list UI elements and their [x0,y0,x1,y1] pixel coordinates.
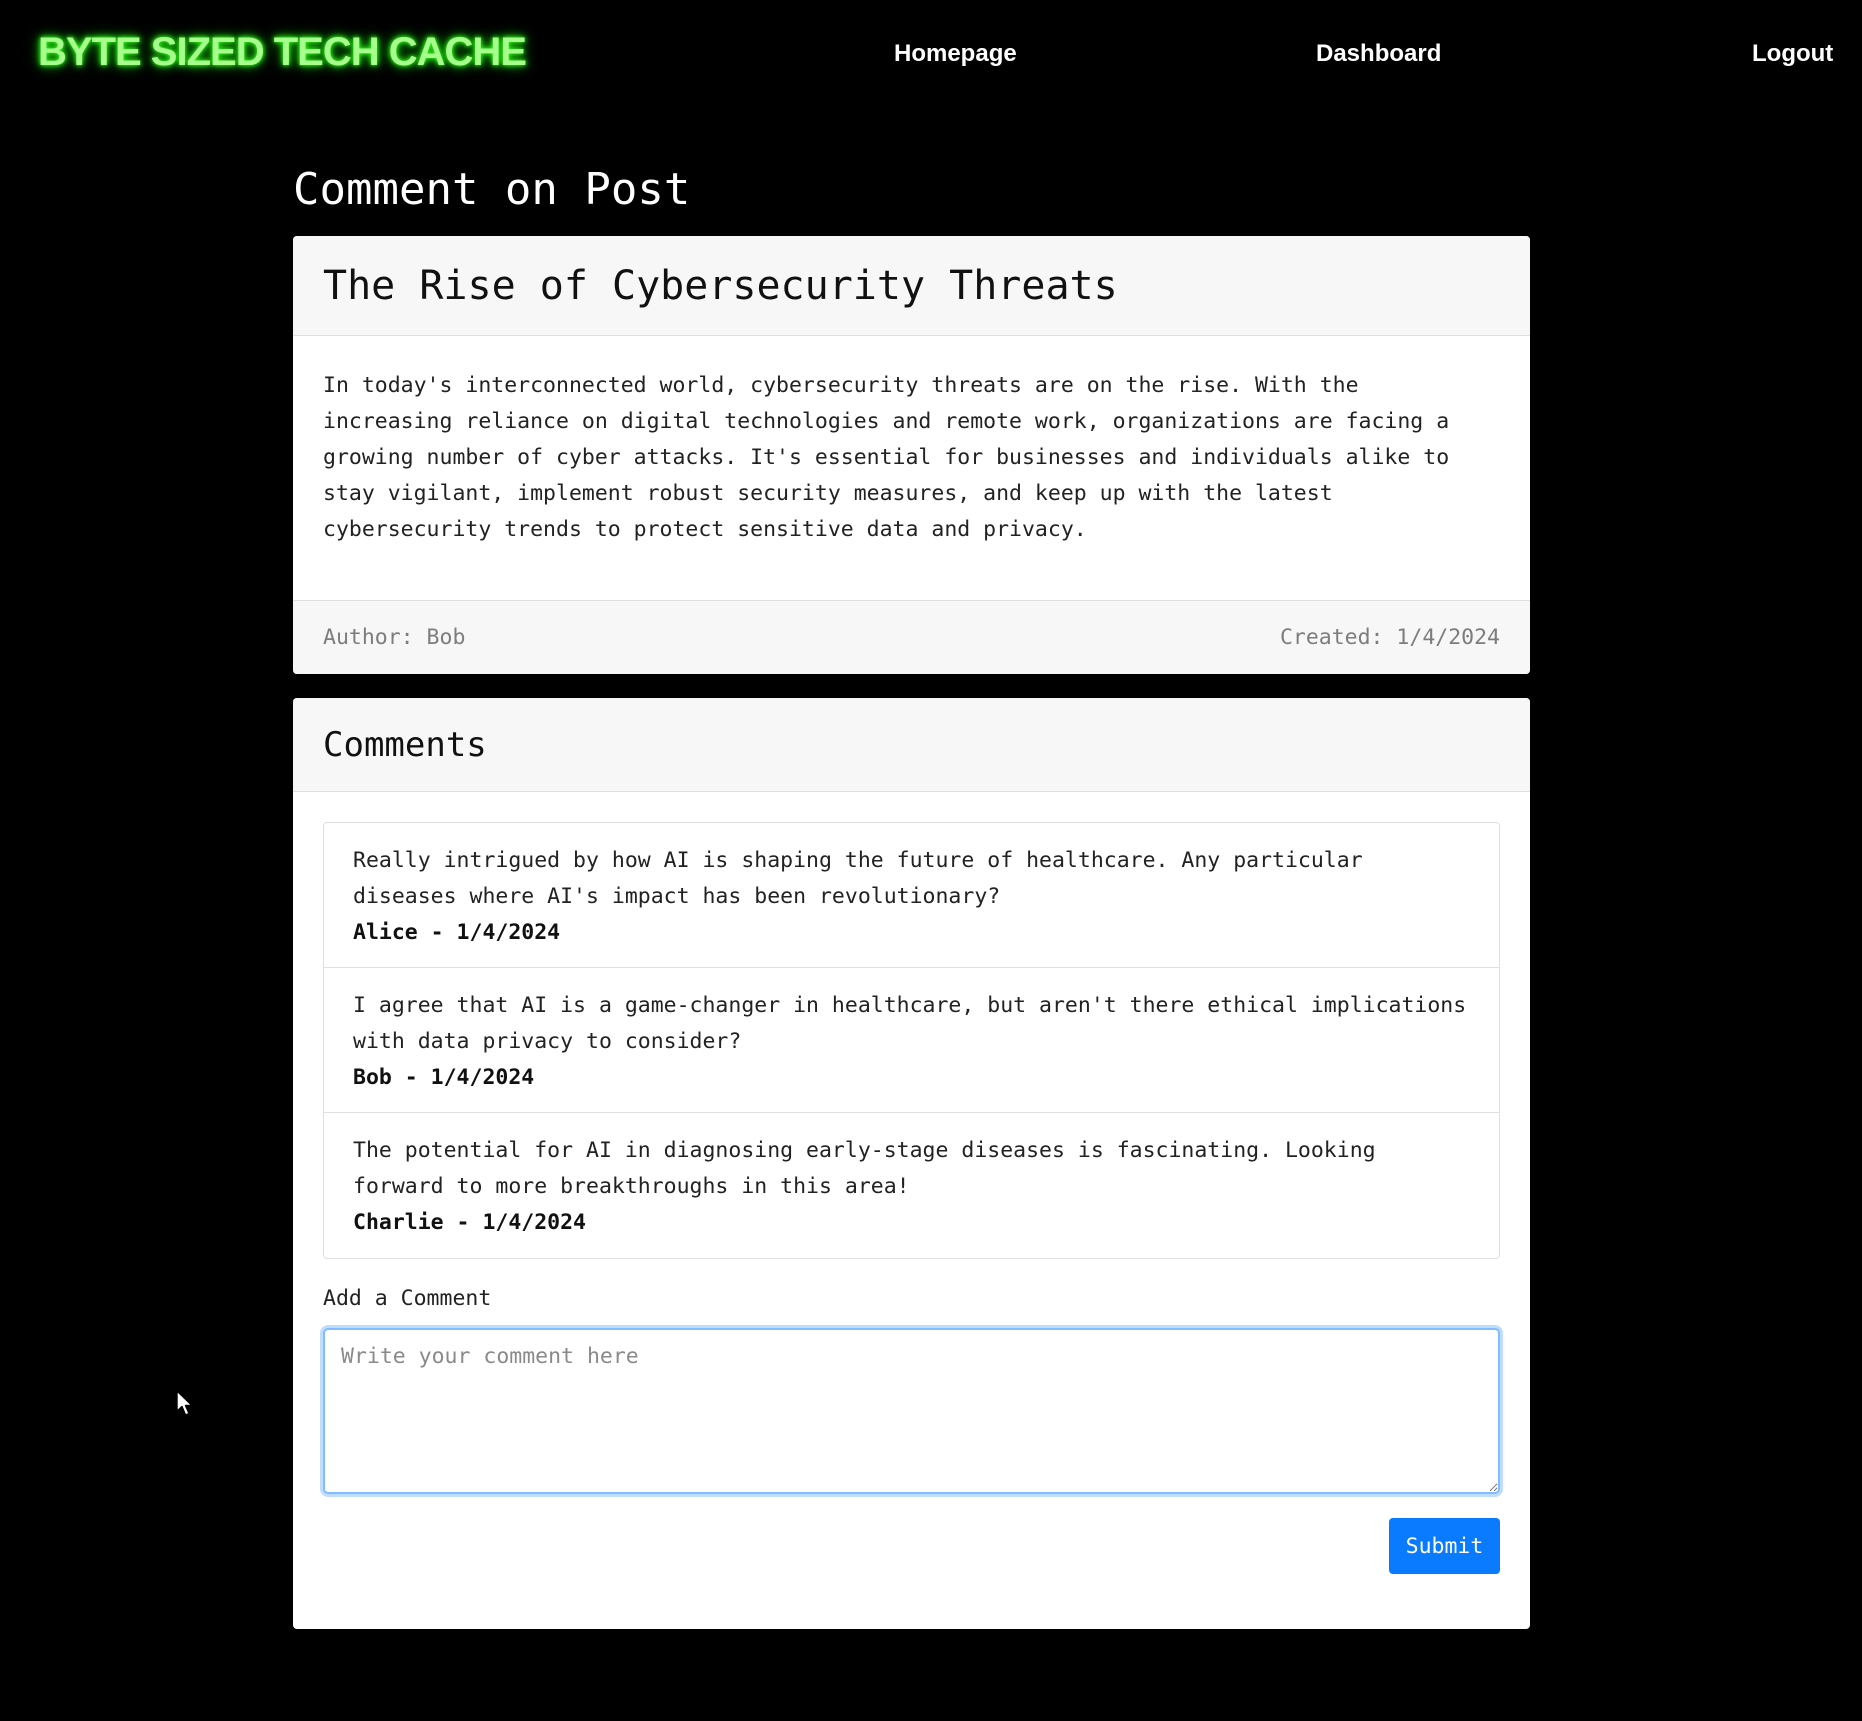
comment-textarea[interactable] [323,1328,1500,1494]
post-created-date: Created: 1/4/2024 [1279,625,1500,650]
top-navbar: BYTE SIZED TECH CACHE Homepage Dashboard… [0,0,1862,112]
comments-title: Comments [323,724,487,765]
comment-item: The potential for AI in diagnosing early… [324,1113,1499,1258]
comments-card: Comments Really intrigued by how AI is s… [293,698,1530,1629]
post-content: In today's interconnected world, cyberse… [323,373,1450,542]
post-card-header: The Rise of Cybersecurity Threats [293,236,1530,336]
nav-link-logout[interactable]: Logout [1752,40,1833,68]
comment-text: The potential for AI in diagnosing early… [353,1138,1376,1199]
nav-link-dashboard[interactable]: Dashboard [1316,40,1441,68]
post-footer: Author: Bob Created: 1/4/2024 [293,600,1530,674]
comment-list: Really intrigued by how AI is shaping th… [323,822,1500,1259]
comment-author-date: Alice - 1/4/2024 [353,920,561,945]
mouse-pointer-icon [176,1390,193,1416]
comment-item: I agree that AI is a game-changer in hea… [324,968,1499,1113]
page-title: Comment on Post [293,164,691,215]
comment-author-date: Bob - 1/4/2024 [353,1065,535,1090]
add-comment-label: Add a Comment [323,1286,492,1311]
nav-link-homepage[interactable]: Homepage [894,40,1017,68]
post-body: In today's interconnected world, cyberse… [293,336,1530,600]
post-card: The Rise of Cybersecurity Threats In tod… [293,236,1530,674]
submit-button[interactable]: Submit [1389,1518,1500,1574]
brand-logo[interactable]: BYTE SIZED TECH CACHE [38,30,527,75]
comment-text: I agree that AI is a game-changer in hea… [353,993,1467,1054]
comment-text: Really intrigued by how AI is shaping th… [353,848,1363,909]
comment-item: Really intrigued by how AI is shaping th… [324,823,1499,968]
comment-author-date: Charlie - 1/4/2024 [353,1210,586,1235]
comments-card-header: Comments [293,698,1530,792]
post-title: The Rise of Cybersecurity Threats [323,262,1118,309]
post-author: Author: Bob [323,625,466,650]
